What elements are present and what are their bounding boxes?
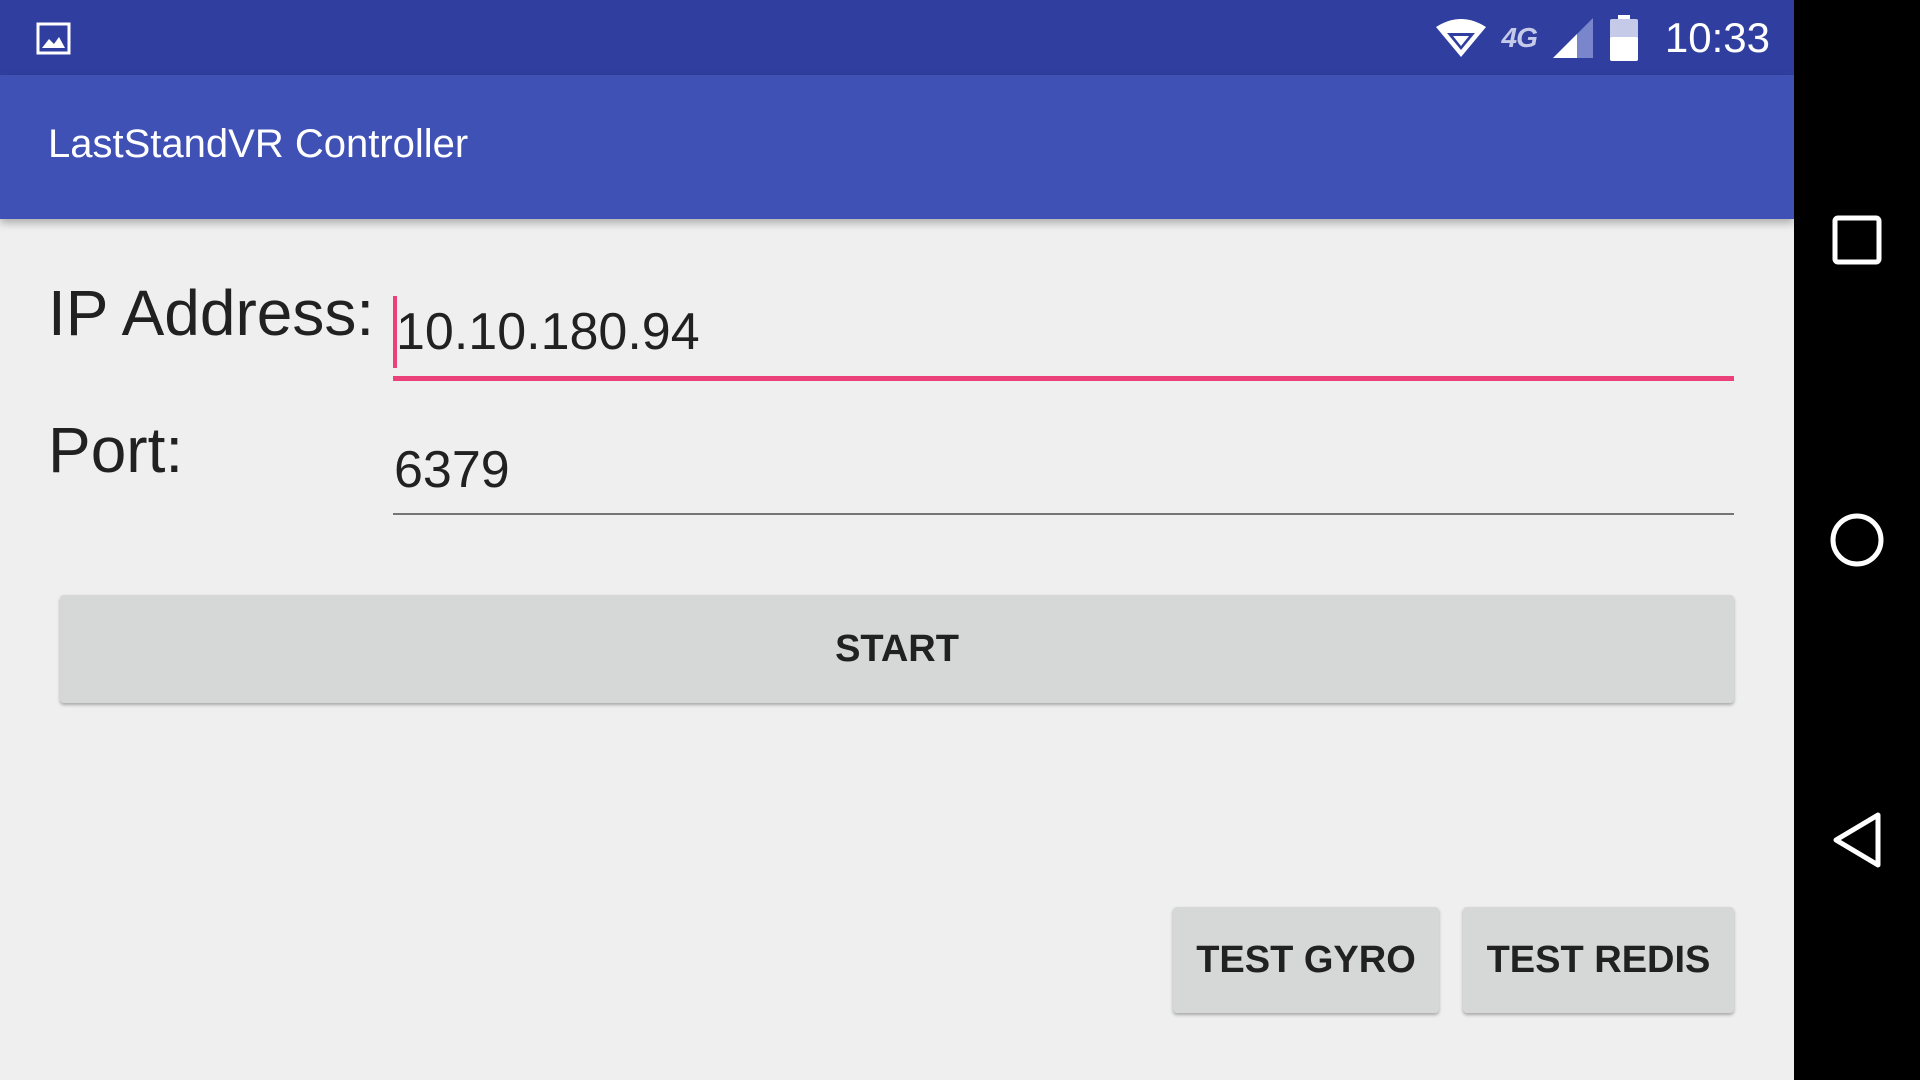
back-triangle-icon	[1833, 812, 1881, 868]
recents-button[interactable]	[1794, 185, 1920, 295]
home-button[interactable]	[1794, 485, 1920, 595]
battery-icon	[1609, 14, 1638, 61]
port-underline	[393, 513, 1734, 515]
app-screen: 4G 10:33 LastStandVR Controller IP Addre…	[0, 0, 1794, 1080]
port-value: 6379	[394, 441, 510, 499]
status-bar: 4G 10:33	[0, 0, 1794, 75]
image-notification-icon	[36, 22, 71, 55]
home-circle-icon	[1830, 513, 1884, 567]
recents-square-icon	[1832, 215, 1882, 265]
app-bar: LastStandVR Controller	[0, 75, 1794, 219]
network-type-label: 4G	[1501, 21, 1538, 53]
wifi-icon	[1435, 18, 1486, 57]
navigation-bar	[1794, 0, 1920, 1080]
port-field[interactable]: 6379	[393, 430, 1734, 515]
ip-address-value: 10.10.180.94	[396, 303, 700, 361]
port-label: Port:	[48, 414, 184, 486]
status-icons: 4G 10:33	[1434, 0, 1770, 75]
back-button[interactable]	[1794, 785, 1920, 895]
cell-signal-icon	[1552, 17, 1593, 58]
test-gyro-button[interactable]: TEST GYRO	[1173, 907, 1439, 1013]
status-clock: 10:33	[1664, 13, 1770, 61]
ip-address-label: IP Address:	[48, 277, 375, 349]
ip-address-field[interactable]: 10.10.180.94	[393, 296, 1734, 381]
test-redis-button[interactable]: TEST REDIS	[1463, 907, 1734, 1013]
start-button[interactable]: START	[60, 595, 1734, 703]
app-title: LastStandVR Controller	[48, 122, 469, 166]
ip-address-underline	[393, 376, 1734, 381]
